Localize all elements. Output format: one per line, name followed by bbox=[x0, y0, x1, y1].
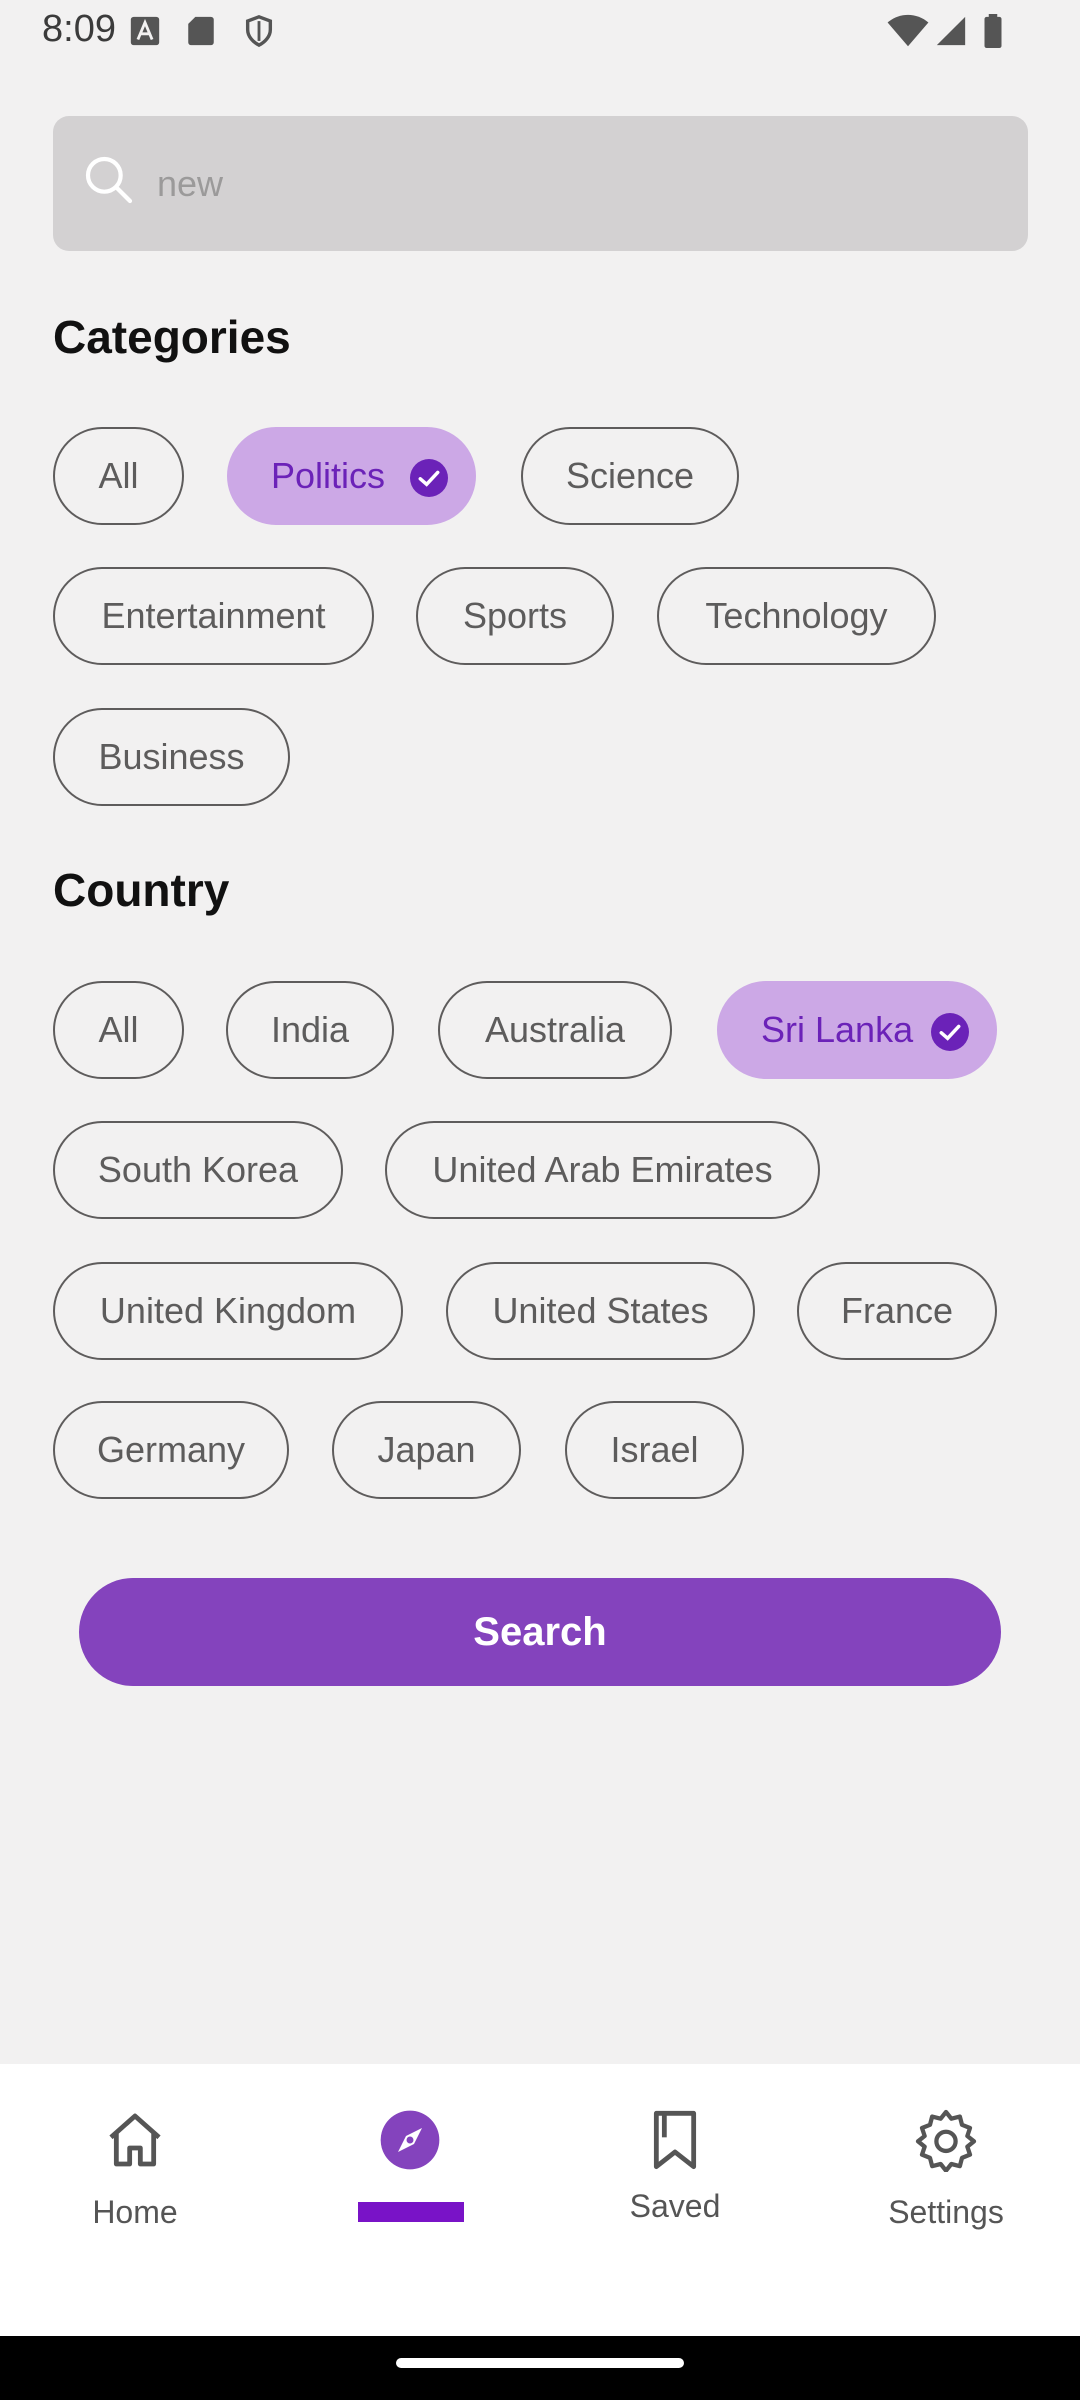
chip-label: Japan bbox=[377, 1429, 476, 1470]
country-chip-united-kingdom[interactable]: United Kingdom bbox=[53, 1262, 403, 1360]
battery-icon bbox=[984, 14, 1002, 48]
search-bar[interactable] bbox=[53, 116, 1028, 251]
check-circle-icon bbox=[410, 459, 448, 497]
chip-label: Technology bbox=[705, 595, 888, 636]
chip-label: Israel bbox=[610, 1429, 699, 1470]
gear-icon bbox=[915, 2109, 977, 2172]
search-button-label: Search bbox=[473, 1609, 607, 1654]
country-chip-israel[interactable]: Israel bbox=[565, 1401, 744, 1499]
country-chip-japan[interactable]: Japan bbox=[332, 1401, 521, 1499]
check-circle-icon bbox=[931, 1013, 969, 1051]
category-chip-sports[interactable]: Sports bbox=[416, 567, 614, 665]
search-input[interactable] bbox=[157, 146, 997, 222]
chip-label: United Kingdom bbox=[99, 1290, 357, 1331]
chip-label: Sri Lanka bbox=[761, 1009, 914, 1050]
chip-label: Politics bbox=[271, 455, 386, 496]
chip-label: Business bbox=[98, 736, 245, 777]
category-chip-entertainment[interactable]: Entertainment bbox=[53, 567, 374, 665]
chip-label: Sports bbox=[462, 595, 568, 636]
status-time: 8:09 bbox=[42, 8, 116, 50]
search-icon bbox=[85, 156, 133, 204]
compass-icon bbox=[380, 2110, 440, 2170]
nav-settings-label: Settings bbox=[888, 2194, 1004, 2230]
wifi-icon bbox=[887, 14, 929, 47]
category-chip-technology[interactable]: Technology bbox=[657, 567, 936, 665]
country-chip-sri-lanka[interactable]: Sri Lanka bbox=[717, 981, 997, 1079]
nav-explore[interactable] bbox=[300, 2064, 520, 2336]
country-title: Country bbox=[53, 864, 230, 916]
country-chip-australia[interactable]: Australia bbox=[438, 981, 672, 1079]
chip-label: Science bbox=[565, 455, 695, 496]
chip-label: France bbox=[840, 1290, 954, 1331]
categories-title: Categories bbox=[53, 311, 291, 363]
chip-label: All bbox=[98, 455, 139, 496]
chip-label: Germany bbox=[96, 1429, 246, 1470]
gesture-navigation-area bbox=[0, 2336, 1080, 2400]
home-icon bbox=[109, 2113, 161, 2167]
country-chip-all[interactable]: All bbox=[53, 981, 184, 1079]
country-chip-south-korea[interactable]: South Korea bbox=[53, 1121, 343, 1219]
country-chip-india[interactable]: India bbox=[226, 981, 394, 1079]
home-gesture-handle[interactable] bbox=[396, 2358, 684, 2368]
chip-label: South Korea bbox=[97, 1149, 299, 1190]
explore-screen: 8:09 Categories All bbox=[0, 0, 1080, 2400]
category-chip-business[interactable]: Business bbox=[53, 708, 290, 806]
country-chip-germany[interactable]: Germany bbox=[53, 1401, 289, 1499]
chip-label: United States bbox=[492, 1290, 709, 1331]
bookmark-icon bbox=[653, 2110, 697, 2170]
font-icon bbox=[130, 16, 160, 46]
chip-label: India bbox=[270, 1009, 350, 1050]
chip-label: United Arab Emirates bbox=[432, 1149, 773, 1190]
nav-saved[interactable]: Saved bbox=[565, 2064, 785, 2336]
shield-icon bbox=[245, 15, 273, 48]
nav-settings[interactable]: Settings bbox=[836, 2064, 1056, 2336]
bottom-navigation: Home Saved Settings bbox=[0, 2064, 1080, 2336]
category-chip-all[interactable]: All bbox=[53, 427, 184, 525]
chip-label: All bbox=[98, 1009, 139, 1050]
sd-card-icon bbox=[188, 16, 214, 46]
category-chip-politics[interactable]: Politics bbox=[227, 427, 476, 525]
chip-label: Australia bbox=[484, 1009, 626, 1050]
search-button[interactable]: Search bbox=[79, 1578, 1001, 1686]
nav-home-label: Home bbox=[92, 2194, 178, 2230]
active-tab-indicator bbox=[358, 2202, 464, 2222]
status-bar: 8:09 bbox=[0, 0, 1080, 64]
country-chip-france[interactable]: France bbox=[797, 1262, 997, 1360]
country-chip-united-states[interactable]: United States bbox=[446, 1262, 755, 1360]
chip-label: Entertainment bbox=[101, 595, 326, 636]
category-chip-science[interactable]: Science bbox=[521, 427, 739, 525]
signal-icon bbox=[936, 16, 966, 46]
nav-home[interactable]: Home bbox=[25, 2064, 245, 2336]
nav-saved-label: Saved bbox=[629, 2188, 721, 2224]
country-chip-united-arab-emirates[interactable]: United Arab Emirates bbox=[385, 1121, 820, 1219]
